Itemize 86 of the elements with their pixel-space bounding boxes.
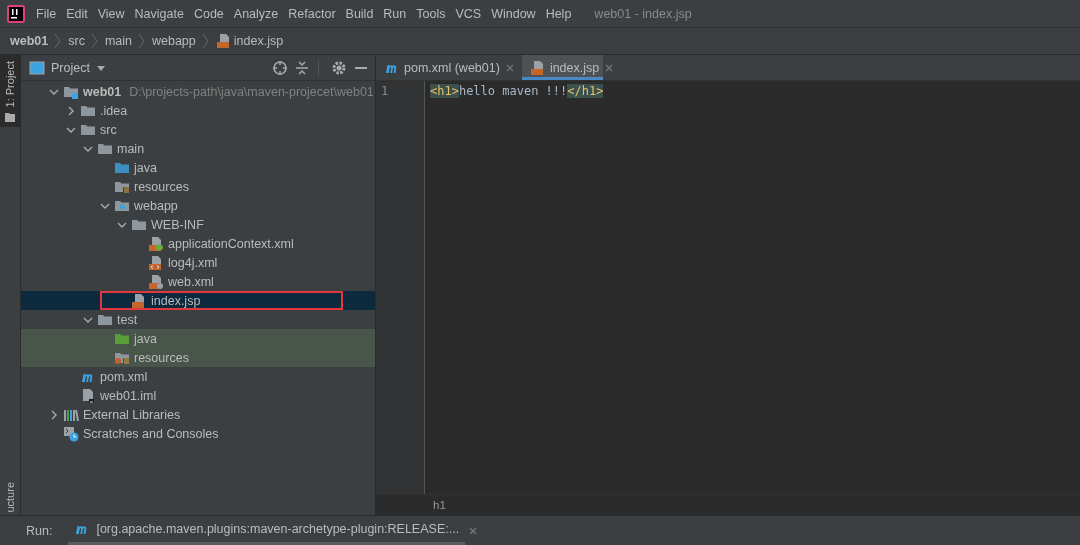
module-file-icon [80,387,96,404]
tree-label: resources [134,350,189,365]
menu-item[interactable]: Navigate [129,6,189,21]
editor-tab[interactable]: index.jsp [521,55,604,80]
app-logo-icon [7,4,25,23]
tree-label: java [134,331,157,346]
tree-item[interactable]: External Libraries [21,405,375,424]
editor-tab[interactable]: pom.xml (web01) [376,55,504,80]
tree-label: index.jsp [151,293,201,308]
menu-item[interactable]: Run [378,6,412,21]
menu-item[interactable]: Code [188,6,229,21]
tool-window-tab[interactable]: 1: Project [0,55,20,128]
chevron-icon [138,32,146,50]
jsp-file-icon [131,292,147,309]
code-line: <h1>hello maven !!!</h1> [430,83,604,100]
tree-item[interactable]: java [21,158,375,177]
tool-window-tab[interactable]: ucture [4,482,16,513]
tree-label: pom.xml [100,369,148,384]
jsp-file-icon [529,59,546,76]
tree-label: web01.iml [100,388,157,403]
menu-item[interactable]: Help [540,6,577,21]
jsp-file-icon [215,33,232,49]
tree-item[interactable]: web01 D:\projects-path\java\maven-projecet\web01 [21,82,375,101]
tree-item[interactable]: log4j.xml [21,253,375,272]
tree-label: main [117,141,145,156]
tree-item[interactable]: web01.iml [21,386,375,405]
breadcrumb[interactable]: web01 [10,34,49,48]
menu-item[interactable]: Refactor [283,6,341,21]
menu-item[interactable]: File [31,6,62,21]
chevron-icon [201,32,210,50]
tree-item[interactable]: resources [21,177,375,196]
menu-item[interactable]: Build [340,6,379,21]
tree-label: webapp [134,198,178,213]
locate-icon[interactable] [272,59,288,76]
path-text: D:\projects-path\java\maven-projecet\web01 [129,84,374,99]
breadcrumb[interactable]: src [68,34,85,48]
tree-item[interactable]: Scratches and Consoles [21,424,375,443]
tree-label: .idea [100,103,128,118]
tree-label: web01 [83,84,122,99]
tree-item[interactable]: .idea [21,101,375,120]
tree-label: web.xml [168,274,214,289]
breadcrumb[interactable]: index.jsp [215,33,284,49]
tree-item[interactable]: WEB-INF [21,215,375,234]
tree-label: resources [134,179,189,194]
tree-item[interactable]: applicationContext.xml [21,234,375,253]
run-label: Run: [26,523,53,538]
collapse-all-icon[interactable] [294,59,310,76]
menu-item[interactable]: VCS [450,6,487,21]
tree-item[interactable]: pom.xml [21,367,375,386]
tree-item[interactable]: main [21,139,375,158]
tree-item[interactable]: web.xml [21,272,375,291]
tree-label: External Libraries [83,407,181,422]
tree-item[interactable]: src [21,120,375,139]
panel-title[interactable]: Project [51,60,90,75]
line-number: 1 [380,83,390,100]
tree-item[interactable]: java [21,329,375,348]
tree-item[interactable]: resources [21,348,375,367]
tree-item[interactable]: index.jsp [21,291,375,310]
run-tab[interactable]: [org.apache.maven.plugins:maven-archetype-plugin:RELEASE:... [68,516,466,545]
tree-label: test [117,312,138,327]
scratches-icon [63,425,79,442]
tag-path[interactable]: h1 [433,499,446,511]
settings-icon[interactable] [331,59,347,76]
xml-file-icon [148,273,164,290]
breadcrumb[interactable]: main [104,34,132,48]
breadcrumb[interactable]: webapp [152,34,196,48]
panel-icon [29,59,45,76]
tree-item[interactable]: webapp [21,196,375,215]
menu-item[interactable]: Window [486,6,541,21]
tree-item[interactable]: test [21,310,375,329]
menu-item[interactable]: Analyze [228,6,284,21]
tree-label: java [134,160,157,175]
menu-item[interactable]: Tools [411,6,451,21]
xml-file-icon [148,254,164,271]
menu-item[interactable]: View [92,6,130,21]
tree-label: WEB-INF [151,217,204,232]
tree-label: Scratches and Consoles [83,426,219,441]
tree-label: applicationContext.xml [168,236,294,251]
folder-icon [4,111,16,124]
window-title: web01 - index.jsp [594,6,692,21]
xml-file-icon [148,235,164,252]
tree-label: src [100,122,117,137]
menu-item[interactable]: Edit [61,6,93,21]
tree-label: log4j.xml [168,255,218,270]
chevron-icon [54,32,63,50]
chevron-icon [90,32,99,50]
